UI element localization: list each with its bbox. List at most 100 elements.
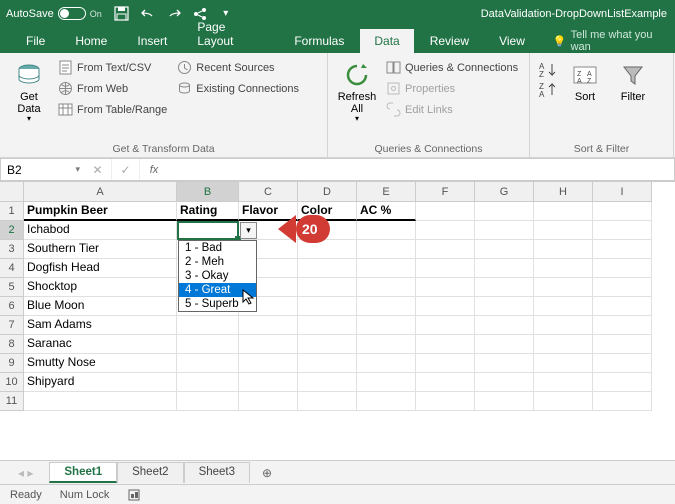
recent-sources-button[interactable]: Recent Sources xyxy=(175,59,301,76)
name-box[interactable]: B2 xyxy=(0,158,84,181)
column-header-I[interactable]: I xyxy=(593,182,652,202)
cell-E3[interactable] xyxy=(357,240,416,259)
row-header-7[interactable]: 7 xyxy=(0,316,24,335)
cell-F3[interactable] xyxy=(416,240,475,259)
toggle-switch[interactable] xyxy=(58,7,86,20)
cell-C8[interactable] xyxy=(239,335,298,354)
cell-H4[interactable] xyxy=(534,259,593,278)
column-header-F[interactable]: F xyxy=(416,182,475,202)
cell-I1[interactable] xyxy=(593,202,652,221)
cell-E4[interactable] xyxy=(357,259,416,278)
sort-desc-icon[interactable]: ZA xyxy=(538,81,558,99)
fx-icon[interactable]: fx xyxy=(140,159,168,180)
cell-C11[interactable] xyxy=(239,392,298,411)
cell-I4[interactable] xyxy=(593,259,652,278)
cell-D11[interactable] xyxy=(298,392,357,411)
cell-G11[interactable] xyxy=(475,392,534,411)
cell-E1[interactable]: AC % xyxy=(357,202,416,221)
from-table-button[interactable]: From Table/Range xyxy=(56,101,169,118)
row-header-4[interactable]: 4 xyxy=(0,259,24,278)
cell-B8[interactable] xyxy=(177,335,239,354)
cell-D8[interactable] xyxy=(298,335,357,354)
cell-E11[interactable] xyxy=(357,392,416,411)
sheet-tab-sheet2[interactable]: Sheet2 xyxy=(117,462,183,483)
column-header-H[interactable]: H xyxy=(534,182,593,202)
cell-H3[interactable] xyxy=(534,240,593,259)
autosave-toggle[interactable]: AutoSave On xyxy=(6,7,102,20)
cell-C7[interactable] xyxy=(239,316,298,335)
cell-A2[interactable]: Ichabod xyxy=(24,221,177,240)
cell-H10[interactable] xyxy=(534,373,593,392)
sheet-tab-sheet3[interactable]: Sheet3 xyxy=(184,462,250,483)
cell-B10[interactable] xyxy=(177,373,239,392)
tab-pagelayout[interactable]: Page Layout xyxy=(183,15,278,53)
cell-H6[interactable] xyxy=(534,297,593,316)
cell-E7[interactable] xyxy=(357,316,416,335)
cell-A1[interactable]: Pumpkin Beer xyxy=(24,202,177,221)
sheet-tab-sheet1[interactable]: Sheet1 xyxy=(49,462,117,483)
cell-A9[interactable]: Smutty Nose xyxy=(24,354,177,373)
cell-A10[interactable]: Shipyard xyxy=(24,373,177,392)
row-header-8[interactable]: 8 xyxy=(0,335,24,354)
cell-I11[interactable] xyxy=(593,392,652,411)
cell-F5[interactable] xyxy=(416,278,475,297)
column-header-A[interactable]: A xyxy=(24,182,177,202)
cell-D10[interactable] xyxy=(298,373,357,392)
cell-F7[interactable] xyxy=(416,316,475,335)
cell-G6[interactable] xyxy=(475,297,534,316)
cell-G5[interactable] xyxy=(475,278,534,297)
cell-H7[interactable] xyxy=(534,316,593,335)
row-header-5[interactable]: 5 xyxy=(0,278,24,297)
cell-I6[interactable] xyxy=(593,297,652,316)
cell-H11[interactable] xyxy=(534,392,593,411)
cell-F6[interactable] xyxy=(416,297,475,316)
tab-nav[interactable]: ◂ ▸ xyxy=(18,466,33,480)
select-all-corner[interactable] xyxy=(0,182,24,202)
row-header-11[interactable]: 11 xyxy=(0,392,24,411)
formula-input[interactable] xyxy=(168,158,675,181)
cell-G10[interactable] xyxy=(475,373,534,392)
dropdown-option[interactable]: 2 - Meh xyxy=(179,255,256,269)
cell-A5[interactable]: Shocktop xyxy=(24,278,177,297)
data-validation-dropdown-button[interactable]: ▾ xyxy=(240,222,257,239)
cell-A6[interactable]: Blue Moon xyxy=(24,297,177,316)
column-header-B[interactable]: B xyxy=(177,182,239,202)
cell-B11[interactable] xyxy=(177,392,239,411)
cell-B7[interactable] xyxy=(177,316,239,335)
cell-A7[interactable]: Sam Adams xyxy=(24,316,177,335)
cell-B9[interactable] xyxy=(177,354,239,373)
row-header-2[interactable]: 2 xyxy=(0,221,24,240)
cell-H1[interactable] xyxy=(534,202,593,221)
cell-E9[interactable] xyxy=(357,354,416,373)
cell-F8[interactable] xyxy=(416,335,475,354)
column-header-D[interactable]: D xyxy=(298,182,357,202)
cell-E2[interactable] xyxy=(357,221,416,240)
cell-G1[interactable] xyxy=(475,202,534,221)
cell-B1[interactable]: Rating xyxy=(177,202,239,221)
cell-D6[interactable] xyxy=(298,297,357,316)
from-web-button[interactable]: From Web xyxy=(56,80,169,97)
dropdown-option[interactable]: 1 - Bad xyxy=(179,241,256,255)
cell-H2[interactable] xyxy=(534,221,593,240)
cell-I10[interactable] xyxy=(593,373,652,392)
cell-E6[interactable] xyxy=(357,297,416,316)
cell-G9[interactable] xyxy=(475,354,534,373)
redo-icon[interactable] xyxy=(166,6,182,22)
cell-G2[interactable] xyxy=(475,221,534,240)
tell-me-search[interactable]: 💡 Tell me what you wan xyxy=(553,29,675,53)
tab-formulas[interactable]: Formulas xyxy=(280,29,358,53)
cell-F4[interactable] xyxy=(416,259,475,278)
cell-A11[interactable] xyxy=(24,392,177,411)
cell-I7[interactable] xyxy=(593,316,652,335)
tab-data[interactable]: Data xyxy=(360,29,413,53)
row-header-10[interactable]: 10 xyxy=(0,373,24,392)
enter-icon[interactable]: ✓ xyxy=(112,159,140,180)
refresh-all-button[interactable]: Refresh All ▾ xyxy=(336,57,378,124)
row-header-1[interactable]: 1 xyxy=(0,202,24,221)
cell-G3[interactable] xyxy=(475,240,534,259)
cell-I2[interactable] xyxy=(593,221,652,240)
cell-A3[interactable]: Southern Tier xyxy=(24,240,177,259)
row-header-3[interactable]: 3 xyxy=(0,240,24,259)
cell-F10[interactable] xyxy=(416,373,475,392)
sort-button[interactable]: ZAAZ Sort xyxy=(564,57,606,103)
